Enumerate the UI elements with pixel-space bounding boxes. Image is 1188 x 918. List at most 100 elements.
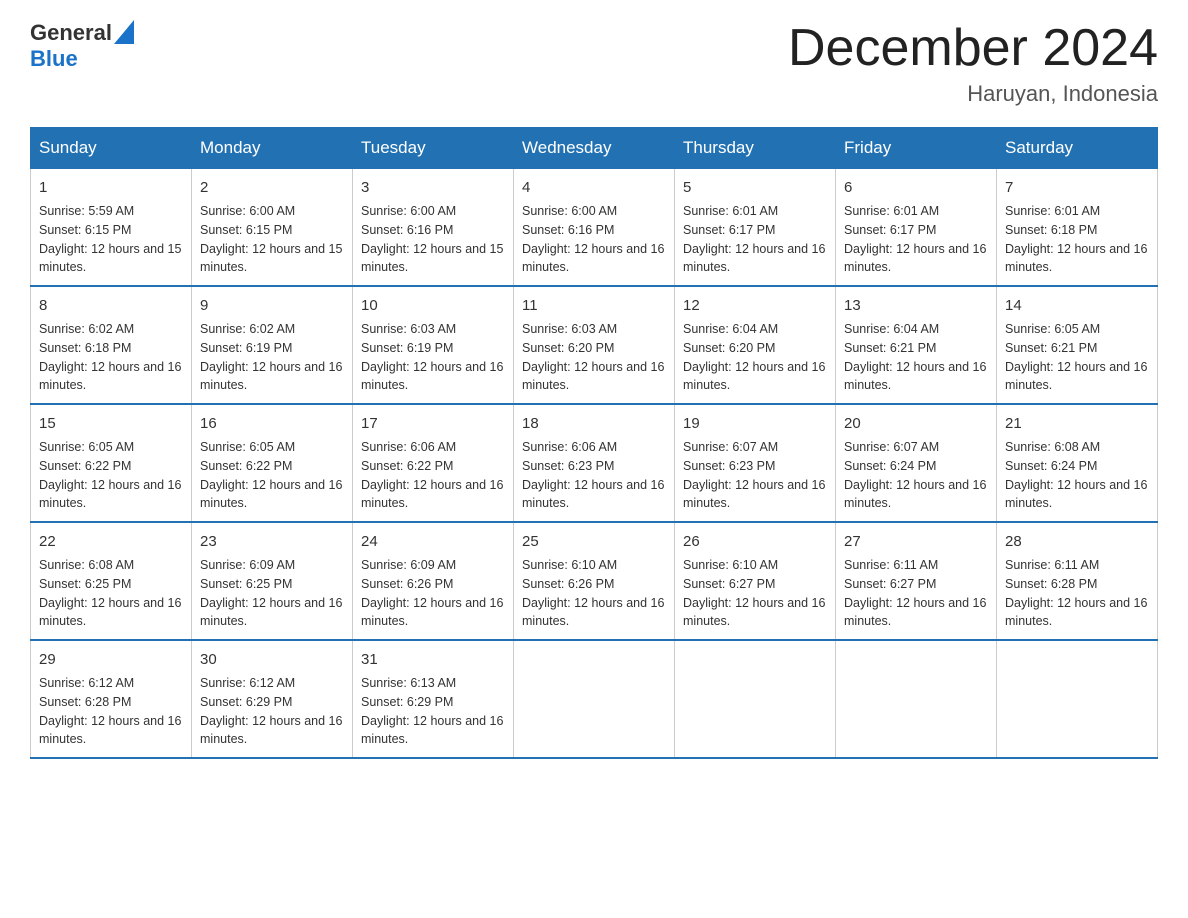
day-info: Sunrise: 6:05 AMSunset: 6:22 PMDaylight:… [39,438,183,513]
calendar-cell: 8 Sunrise: 6:02 AMSunset: 6:18 PMDaylight… [31,286,192,404]
calendar-cell: 26Sunrise: 6:10 AMSunset: 6:27 PMDayligh… [675,522,836,640]
day-of-week-header: Sunday [31,128,192,169]
day-info: Sunrise: 6:12 AMSunset: 6:29 PMDaylight:… [200,674,344,749]
calendar-cell: 18 Sunrise: 6:06 AMSunset: 6:23 PMDayligh… [514,404,675,522]
day-info: Sunrise: 5:59 AMSunset: 6:15 PMDaylight:… [39,202,183,277]
day-number: 29 [39,649,183,670]
day-number: 6 [844,177,988,198]
day-info: Sunrise: 6:12 AMSunset: 6:28 PMDaylight:… [39,674,183,749]
calendar-cell: 4Sunrise: 6:00 AMSunset: 6:16 PMDaylight… [514,169,675,287]
day-of-week-header: Monday [192,128,353,169]
calendar-cell: 21 Sunrise: 6:08 AMSunset: 6:24 PMDayligh… [997,404,1158,522]
day-number: 16 [200,413,344,434]
day-number: 19 [683,413,827,434]
day-number: 20 [844,413,988,434]
calendar-cell: 12Sunrise: 6:04 AMSunset: 6:20 PMDayligh… [675,286,836,404]
day-of-week-header: Tuesday [353,128,514,169]
calendar-week-row: 15 Sunrise: 6:05 AMSunset: 6:22 PMDayligh… [31,404,1158,522]
calendar-table: SundayMondayTuesdayWednesdayThursdayFrid… [30,127,1158,759]
day-of-week-header: Friday [836,128,997,169]
calendar-cell: 16 Sunrise: 6:05 AMSunset: 6:22 PMDayligh… [192,404,353,522]
calendar-header-right: December 2024 Haruyan, Indonesia [788,20,1158,107]
calendar-cell: 6 Sunrise: 6:01 AMSunset: 6:17 PMDaylight… [836,169,997,287]
calendar-cell: 10 Sunrise: 6:03 AMSunset: 6:19 PMDayligh… [353,286,514,404]
day-info: Sunrise: 6:06 AMSunset: 6:22 PMDaylight:… [361,438,505,513]
day-number: 10 [361,295,505,316]
calendar-cell: 17 Sunrise: 6:06 AMSunset: 6:22 PMDayligh… [353,404,514,522]
day-number: 17 [361,413,505,434]
day-info: Sunrise: 6:02 AMSunset: 6:18 PMDaylight:… [39,320,183,395]
calendar-cell: 28 Sunrise: 6:11 AMSunset: 6:28 PMDayligh… [997,522,1158,640]
calendar-week-row: 1 Sunrise: 5:59 AMSunset: 6:15 PMDaylight… [31,169,1158,287]
calendar-week-row: 22Sunrise: 6:08 AMSunset: 6:25 PMDayligh… [31,522,1158,640]
day-number: 24 [361,531,505,552]
day-info: Sunrise: 6:11 AMSunset: 6:28 PMDaylight:… [1005,556,1149,631]
calendar-cell: 29 Sunrise: 6:12 AMSunset: 6:28 PMDayligh… [31,640,192,758]
day-number: 21 [1005,413,1149,434]
day-number: 1 [39,177,183,198]
day-info: Sunrise: 6:03 AMSunset: 6:19 PMDaylight:… [361,320,505,395]
day-of-week-header: Thursday [675,128,836,169]
calendar-subtitle: Haruyan, Indonesia [788,81,1158,107]
logo-general-text: General [30,20,112,46]
calendar-cell: 11Sunrise: 6:03 AMSunset: 6:20 PMDayligh… [514,286,675,404]
day-number: 30 [200,649,344,670]
day-info: Sunrise: 6:09 AMSunset: 6:25 PMDaylight:… [200,556,344,631]
day-info: Sunrise: 6:02 AMSunset: 6:19 PMDaylight:… [200,320,344,395]
day-info: Sunrise: 6:06 AMSunset: 6:23 PMDaylight:… [522,438,666,513]
day-info: Sunrise: 6:01 AMSunset: 6:18 PMDaylight:… [1005,202,1149,277]
calendar-cell: 9 Sunrise: 6:02 AMSunset: 6:19 PMDaylight… [192,286,353,404]
day-number: 18 [522,413,666,434]
day-info: Sunrise: 6:01 AMSunset: 6:17 PMDaylight:… [683,202,827,277]
calendar-cell: 30 Sunrise: 6:12 AMSunset: 6:29 PMDayligh… [192,640,353,758]
day-number: 5 [683,177,827,198]
calendar-header-row: SundayMondayTuesdayWednesdayThursdayFrid… [31,128,1158,169]
day-info: Sunrise: 6:11 AMSunset: 6:27 PMDaylight:… [844,556,988,631]
calendar-cell [514,640,675,758]
calendar-cell: 19Sunrise: 6:07 AMSunset: 6:23 PMDayligh… [675,404,836,522]
calendar-cell: 15 Sunrise: 6:05 AMSunset: 6:22 PMDayligh… [31,404,192,522]
day-info: Sunrise: 6:09 AMSunset: 6:26 PMDaylight:… [361,556,505,631]
day-info: Sunrise: 6:05 AMSunset: 6:21 PMDaylight:… [1005,320,1149,395]
calendar-cell: 14 Sunrise: 6:05 AMSunset: 6:21 PMDayligh… [997,286,1158,404]
day-info: Sunrise: 6:13 AMSunset: 6:29 PMDaylight:… [361,674,505,749]
calendar-cell [997,640,1158,758]
page-header: General Blue December 2024 Haruyan, Indo… [30,20,1158,107]
calendar-week-row: 29 Sunrise: 6:12 AMSunset: 6:28 PMDayligh… [31,640,1158,758]
day-info: Sunrise: 6:04 AMSunset: 6:20 PMDaylight:… [683,320,827,395]
day-number: 2 [200,177,344,198]
day-number: 8 [39,295,183,316]
day-info: Sunrise: 6:10 AMSunset: 6:26 PMDaylight:… [522,556,666,631]
day-info: Sunrise: 6:08 AMSunset: 6:25 PMDaylight:… [39,556,183,631]
calendar-cell: 24 Sunrise: 6:09 AMSunset: 6:26 PMDayligh… [353,522,514,640]
calendar-title: December 2024 [788,20,1158,77]
calendar-cell: 27Sunrise: 6:11 AMSunset: 6:27 PMDayligh… [836,522,997,640]
day-number: 9 [200,295,344,316]
day-number: 3 [361,177,505,198]
day-number: 15 [39,413,183,434]
day-info: Sunrise: 6:05 AMSunset: 6:22 PMDaylight:… [200,438,344,513]
calendar-cell: 31 Sunrise: 6:13 AMSunset: 6:29 PMDayligh… [353,640,514,758]
calendar-cell: 3 Sunrise: 6:00 AMSunset: 6:16 PMDaylight… [353,169,514,287]
day-info: Sunrise: 6:00 AMSunset: 6:15 PMDaylight:… [200,202,344,277]
calendar-cell: 5 Sunrise: 6:01 AMSunset: 6:17 PMDaylight… [675,169,836,287]
day-info: Sunrise: 6:00 AMSunset: 6:16 PMDaylight:… [522,202,666,277]
day-info: Sunrise: 6:10 AMSunset: 6:27 PMDaylight:… [683,556,827,631]
logo-triangle-icon [114,20,134,44]
calendar-cell: 25 Sunrise: 6:10 AMSunset: 6:26 PMDayligh… [514,522,675,640]
day-number: 14 [1005,295,1149,316]
day-info: Sunrise: 6:08 AMSunset: 6:24 PMDaylight:… [1005,438,1149,513]
day-number: 25 [522,531,666,552]
day-number: 7 [1005,177,1149,198]
calendar-cell: 7 Sunrise: 6:01 AMSunset: 6:18 PMDaylight… [997,169,1158,287]
calendar-cell: 22Sunrise: 6:08 AMSunset: 6:25 PMDayligh… [31,522,192,640]
day-info: Sunrise: 6:00 AMSunset: 6:16 PMDaylight:… [361,202,505,277]
day-info: Sunrise: 6:03 AMSunset: 6:20 PMDaylight:… [522,320,666,395]
day-info: Sunrise: 6:07 AMSunset: 6:24 PMDaylight:… [844,438,988,513]
day-of-week-header: Wednesday [514,128,675,169]
day-number: 28 [1005,531,1149,552]
day-number: 31 [361,649,505,670]
day-info: Sunrise: 6:01 AMSunset: 6:17 PMDaylight:… [844,202,988,277]
calendar-cell: 23Sunrise: 6:09 AMSunset: 6:25 PMDayligh… [192,522,353,640]
logo: General Blue [30,20,134,72]
